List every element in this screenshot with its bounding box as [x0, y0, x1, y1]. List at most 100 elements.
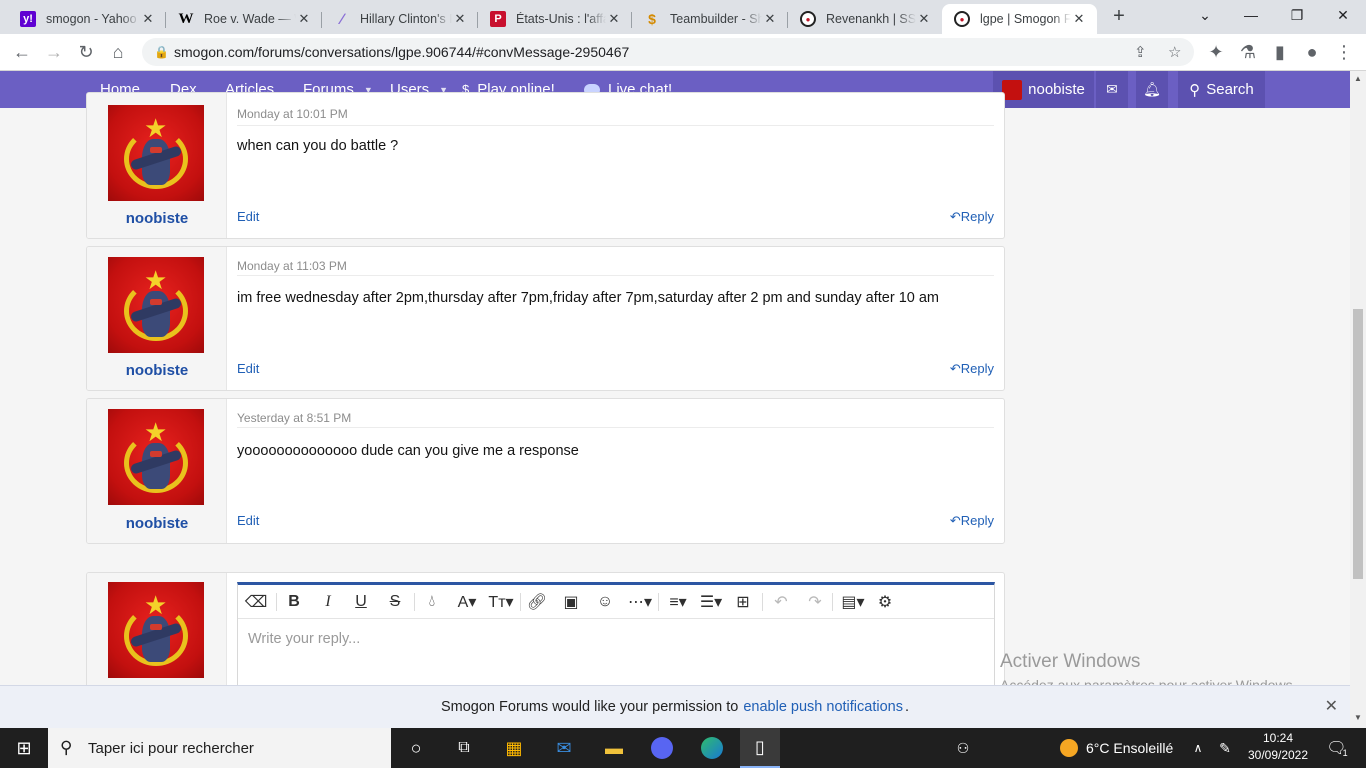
chevron-up-icon[interactable]: ∧: [1188, 728, 1208, 768]
wikipedia-icon: W: [178, 10, 194, 27]
tab-search-icon[interactable]: ⌄: [1182, 0, 1228, 30]
clear-formatting-icon[interactable]: ⌫: [245, 591, 268, 613]
username[interactable]: noobiste: [87, 515, 227, 532]
bookmark-star-icon[interactable]: ☆: [1168, 43, 1181, 61]
strikethrough-icon[interactable]: S: [385, 591, 405, 613]
image-icon[interactable]: ▣: [560, 591, 582, 613]
weather-sun-icon[interactable]: [1058, 728, 1080, 768]
align-icon[interactable]: ≡▾: [664, 591, 692, 613]
notification-center-icon[interactable]: 🗨︎ 1: [1322, 728, 1352, 768]
link-icon[interactable]: 🔗︎: [526, 591, 548, 613]
task-view-icon[interactable]: ⧉: [446, 728, 482, 768]
scrollbar-thumb[interactable]: [1353, 309, 1363, 579]
avatar[interactable]: ★: [108, 409, 204, 505]
close-tab-icon[interactable]: ✕: [916, 11, 932, 27]
system-clock[interactable]: 10:24 30/09/2022: [1240, 730, 1316, 764]
mail-icon[interactable]: ✉: [546, 728, 582, 768]
file-explorer-icon[interactable]: ▬: [596, 728, 632, 768]
enable-push-link[interactable]: enable push notifications: [743, 699, 903, 715]
search-button[interactable]: ⚲ Search: [1178, 71, 1265, 108]
tab-title: lgpe | Smogon Fo: [980, 12, 1071, 26]
restore-icon[interactable]: ❐: [1274, 0, 1320, 30]
text-color-icon[interactable]: 💧︎: [422, 591, 442, 613]
browser-tab[interactable]: P États-Unis : l'affai ✕: [478, 4, 632, 34]
minimize-icon[interactable]: —: [1228, 0, 1274, 30]
close-tab-icon[interactable]: ✕: [140, 11, 156, 27]
username[interactable]: noobiste: [87, 210, 227, 227]
browser-tab[interactable]: y! smogon - Yahoo ✕: [8, 4, 166, 34]
microsoft-store-icon[interactable]: ▦: [496, 728, 532, 768]
edit-link[interactable]: Edit: [237, 361, 259, 376]
windows-start-icon[interactable]: ⊞: [0, 728, 48, 768]
extensions-icon[interactable]: ✦: [1204, 40, 1228, 64]
share-icon[interactable]: ⇪: [1134, 43, 1147, 61]
taskbar-search[interactable]: ⚲ Taper ici pour rechercher: [48, 728, 391, 768]
drafts-icon[interactable]: ▤▾: [838, 591, 868, 613]
message-date[interactable]: Yesterday at 8:51 PM: [237, 411, 351, 425]
avatar[interactable]: ★: [108, 257, 204, 353]
avatar[interactable]: ★: [108, 105, 204, 201]
edit-link[interactable]: Edit: [237, 209, 259, 224]
redo-icon[interactable]: ↷: [804, 591, 826, 613]
close-tab-icon[interactable]: ✕: [296, 11, 312, 27]
labs-flask-icon[interactable]: ⚗: [1236, 40, 1260, 64]
message-date[interactable]: Monday at 11:03 PM: [237, 259, 347, 273]
username[interactable]: noobiste: [87, 362, 227, 379]
scroll-up-icon[interactable]: ▲: [1354, 74, 1362, 83]
close-tab-icon[interactable]: ✕: [1071, 11, 1087, 27]
settings-gear-icon[interactable]: ⚙: [874, 591, 896, 613]
url-bar[interactable]: 🔒 smogon.com/forums/conversations/lgpe.9…: [142, 38, 1194, 66]
reply-input-placeholder[interactable]: Write your reply...: [248, 631, 360, 647]
more-options-icon[interactable]: ⋯▾: [626, 591, 654, 613]
weather-text[interactable]: 6°C Ensoleillé: [1086, 728, 1182, 768]
font-size-icon[interactable]: Tт▾: [486, 591, 516, 613]
reply-link[interactable]: ↶Reply: [950, 513, 994, 529]
active-app-icon[interactable]: ▯: [740, 728, 780, 768]
scroll-down-icon[interactable]: ▼: [1354, 713, 1362, 722]
font-family-icon[interactable]: A▾: [452, 591, 482, 613]
pen-icon[interactable]: ✎: [1214, 728, 1236, 768]
browser-tab-active[interactable]: ● lgpe | Smogon Fo ✕: [942, 4, 1097, 34]
envelope-icon[interactable]: ✉: [1096, 71, 1128, 108]
bold-icon[interactable]: B: [284, 591, 304, 613]
undo-icon[interactable]: ↶: [770, 591, 792, 613]
avatar[interactable]: ★: [108, 582, 204, 678]
notice-text: Smogon Forums would like your permission…: [440, 699, 739, 715]
italic-icon[interactable]: I: [318, 591, 338, 613]
close-window-icon[interactable]: ✕: [1320, 0, 1366, 30]
browser-tab[interactable]: $ Teambuilder - Sh ✕: [632, 4, 788, 34]
profile-icon[interactable]: ●: [1300, 40, 1324, 64]
browser-tab[interactable]: W Roe v. Wade — W ✕: [166, 4, 322, 34]
underline-icon[interactable]: U: [351, 591, 371, 613]
message-date[interactable]: Monday at 10:01 PM: [237, 107, 348, 121]
account-menu[interactable]: noobiste: [993, 71, 1094, 108]
back-arrow-icon[interactable]: ←: [10, 40, 34, 64]
people-icon[interactable]: ⚇: [950, 728, 976, 768]
edit-link[interactable]: Edit: [237, 513, 259, 528]
reload-icon[interactable]: ↻: [74, 40, 98, 64]
close-tab-icon[interactable]: ✕: [452, 11, 468, 27]
browser-tab[interactable]: ∕ Hillary Clinton's F ✕: [322, 4, 478, 34]
close-tab-icon[interactable]: ✕: [606, 11, 622, 27]
list-icon[interactable]: ☰▾: [696, 591, 726, 613]
reply-link[interactable]: ↶Reply: [950, 361, 994, 377]
close-tab-icon[interactable]: ✕: [762, 11, 778, 27]
toolbar-separator: [658, 593, 659, 611]
emoji-icon[interactable]: ☺: [594, 591, 616, 613]
edge-icon[interactable]: [694, 728, 730, 768]
new-tab-icon[interactable]: +: [1108, 6, 1130, 28]
reply-link[interactable]: ↶Reply: [950, 209, 994, 225]
table-icon[interactable]: ⊞: [732, 591, 754, 613]
forward-arrow-icon[interactable]: →: [42, 40, 66, 64]
message: ★ noobiste Monday at 10:01 PM when can y…: [86, 92, 1005, 239]
side-panel-icon[interactable]: ▮: [1268, 40, 1292, 64]
close-icon[interactable]: ✕: [1325, 696, 1338, 716]
home-icon[interactable]: ⌂: [106, 40, 130, 64]
cortana-icon[interactable]: ○: [398, 728, 434, 768]
menu-dots-icon[interactable]: ⋮: [1332, 40, 1356, 64]
bell-icon[interactable]: 🔔︎: [1136, 71, 1168, 108]
toolbar-separator: [276, 593, 277, 611]
page-scrollbar[interactable]: ▲ ▼: [1350, 71, 1366, 728]
discord-taskbar-icon[interactable]: [644, 728, 680, 768]
browser-tab[interactable]: ● Revenankh | SS | ✕: [788, 4, 942, 34]
